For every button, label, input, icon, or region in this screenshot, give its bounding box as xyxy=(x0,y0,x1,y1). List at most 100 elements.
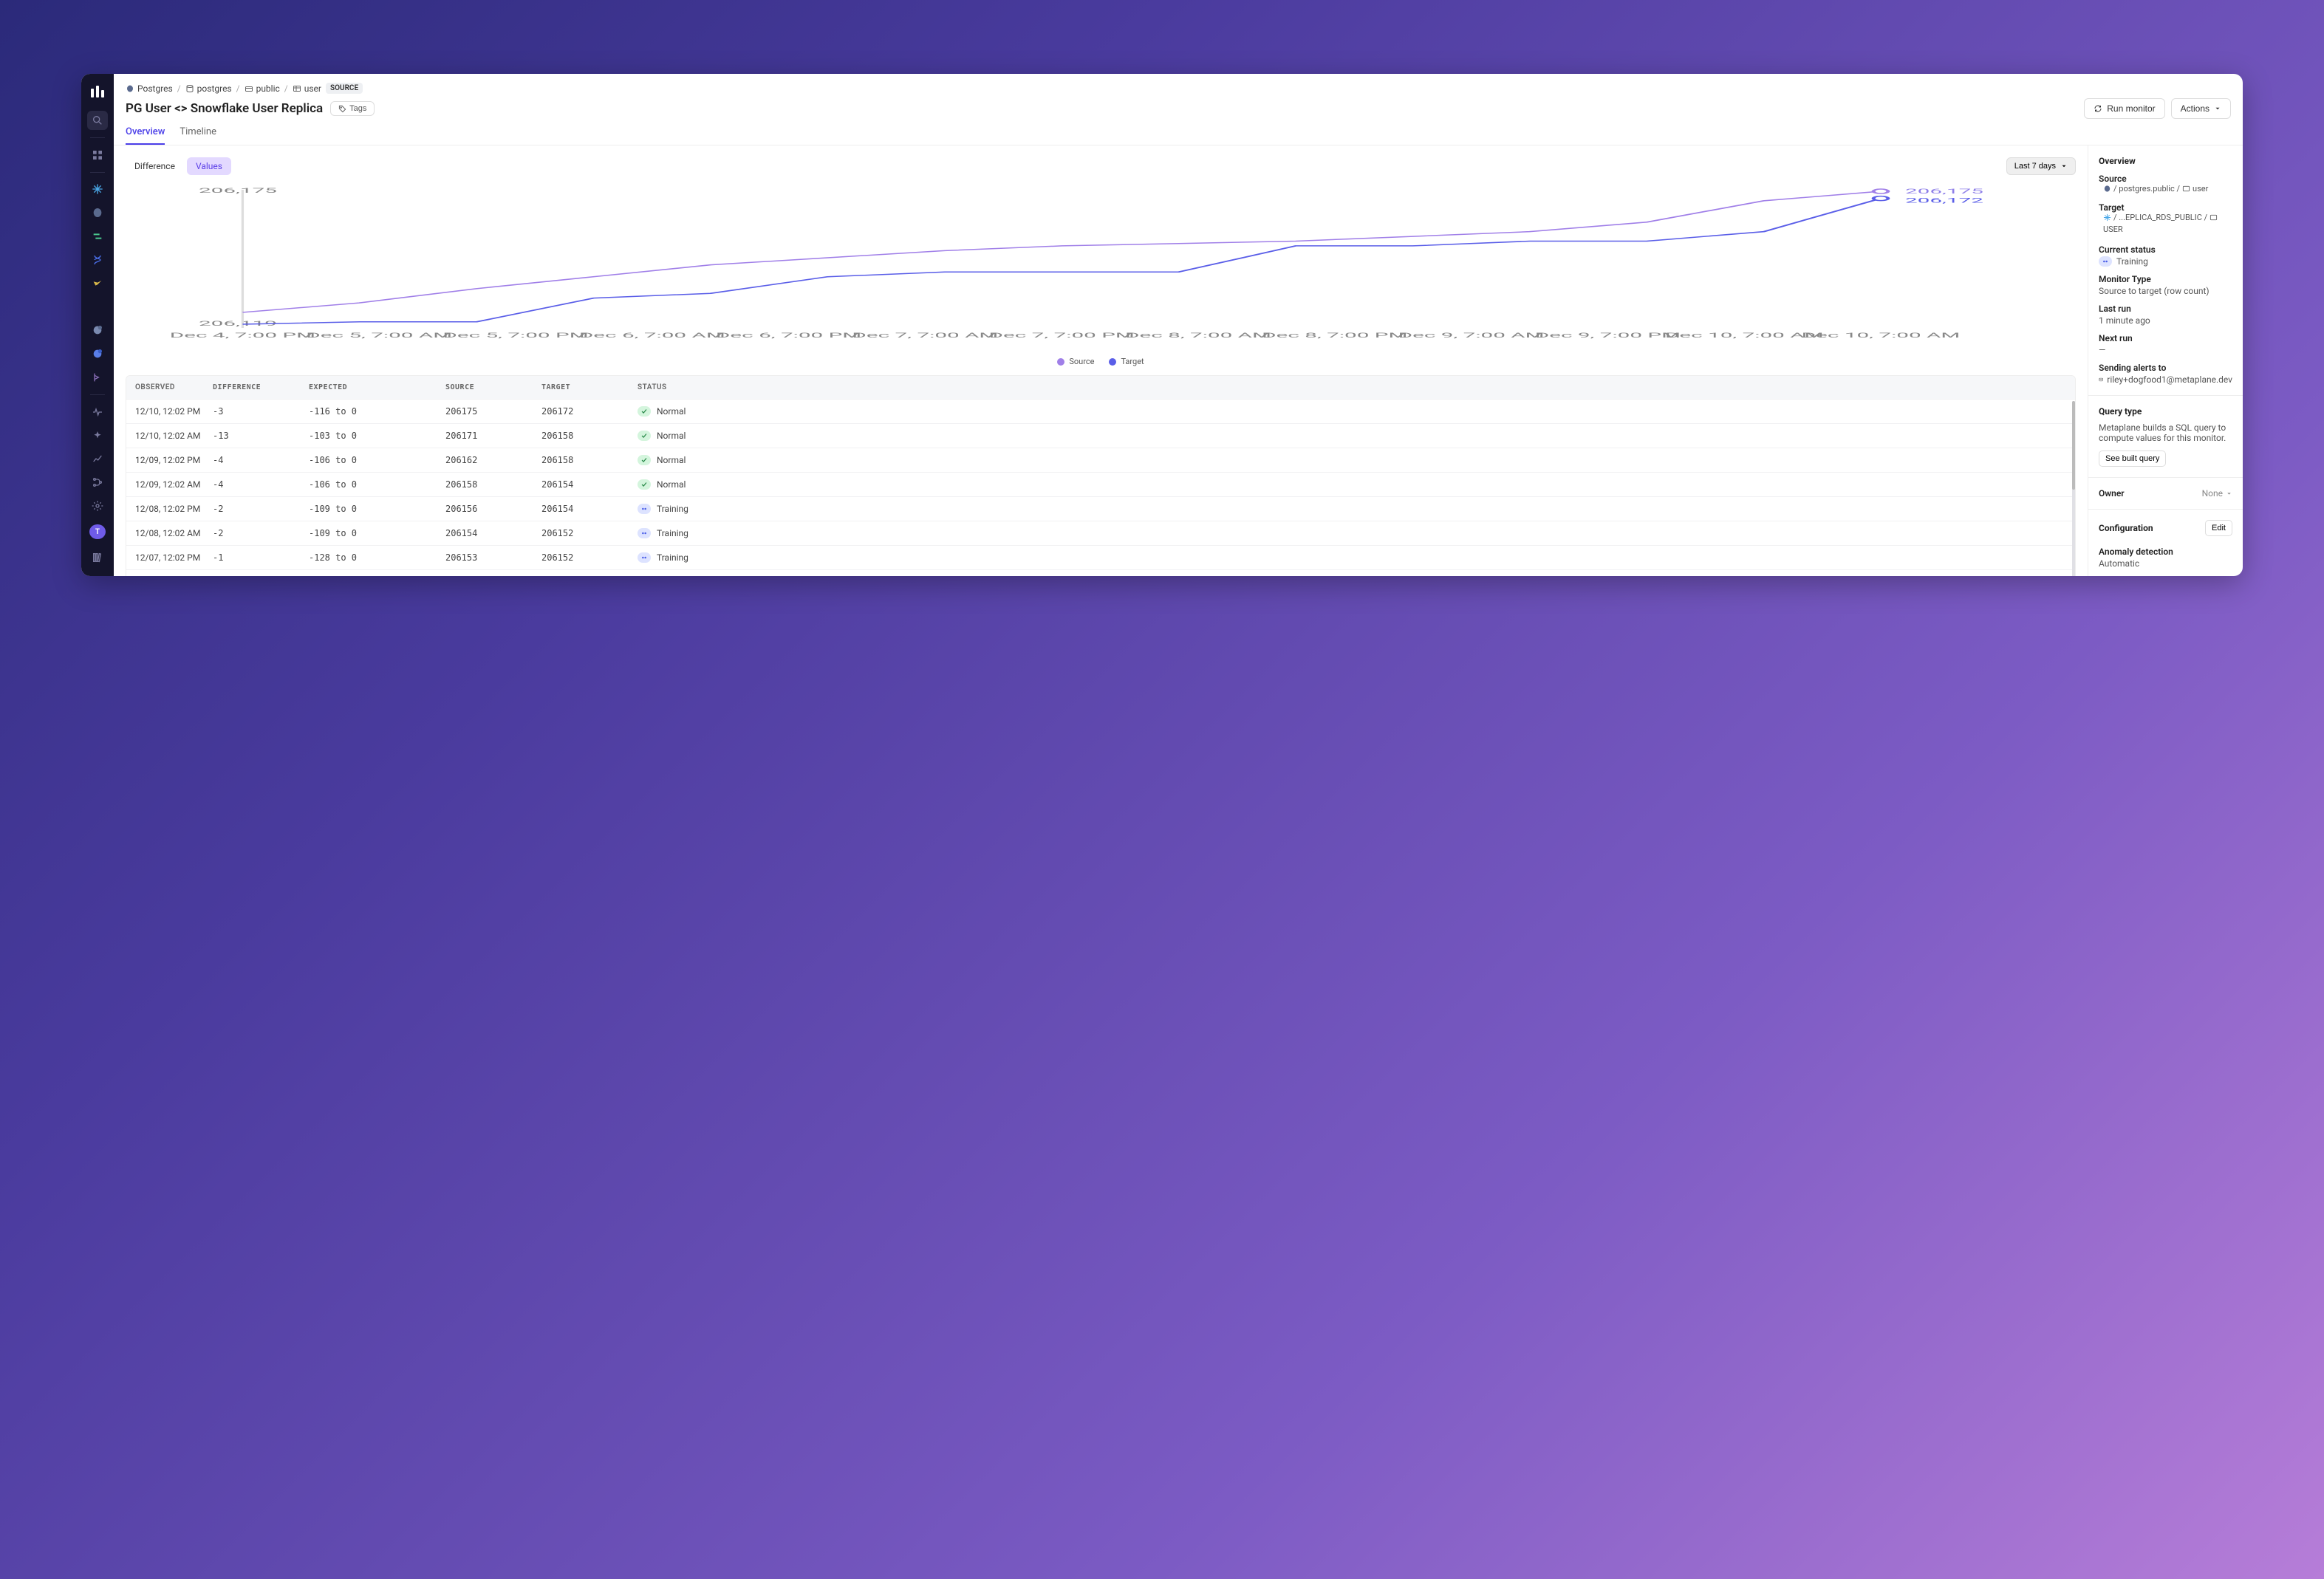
see-built-query-button[interactable]: See built query xyxy=(2099,451,2166,467)
table-row[interactable]: 12/07, 12:02 AM-11-109 to 0206152206141T… xyxy=(126,569,2075,576)
breadcrumb-table[interactable]: user xyxy=(293,83,321,94)
line-chart: 206,175 206,119 Dec 4, 7:00 PMDec 5, 7:0… xyxy=(126,184,2076,346)
svg-text:Dec 7, 7:00 PM: Dec 7, 7:00 PM xyxy=(989,332,1135,339)
mail-icon xyxy=(2099,375,2103,384)
nav-dna-icon[interactable] xyxy=(87,250,108,270)
table-row[interactable]: 12/07, 12:02 PM-1-128 to 0206153206152Tr… xyxy=(126,545,2075,569)
legend-dot-source xyxy=(1057,358,1064,366)
svg-text:Dec 10, 7:00 AM: Dec 10, 7:00 AM xyxy=(1665,332,1824,339)
breadcrumb-root[interactable]: Postgres xyxy=(126,83,173,94)
table-row[interactable]: 12/10, 12:02 PM-3-116 to 0206175206172No… xyxy=(126,399,2075,423)
nav-sparkle-icon[interactable] xyxy=(87,426,108,445)
svg-text:Dec 10, 7:00 AM: Dec 10, 7:00 AM xyxy=(1802,332,1961,339)
svg-text:Dec 8, 7:00 PM: Dec 8, 7:00 PM xyxy=(1262,332,1407,339)
svg-text:Dec 9, 7:00 AM: Dec 9, 7:00 AM xyxy=(1398,332,1545,339)
side-panel: Overview Source / postgres.public / user… xyxy=(2088,145,2243,576)
check-icon xyxy=(638,431,651,441)
divider xyxy=(90,394,105,395)
divider xyxy=(90,137,105,138)
svg-text:206,175: 206,175 xyxy=(1905,188,1983,195)
svg-text:Dec 5, 7:00 AM: Dec 5, 7:00 AM xyxy=(306,332,452,339)
svg-text:Dec 9, 7:00 PM: Dec 9, 7:00 PM xyxy=(1535,332,1681,339)
svg-text:Dec 8, 7:00 AM: Dec 8, 7:00 AM xyxy=(1125,332,1271,339)
table-row[interactable]: 12/09, 12:02 AM-4-106 to 0206158206154No… xyxy=(126,472,2075,496)
owner-select[interactable]: None xyxy=(2202,488,2232,499)
chevron-down-icon xyxy=(2226,490,2232,497)
nav-monitor3-icon[interactable] xyxy=(87,368,108,387)
training-icon xyxy=(638,528,651,538)
table-icon xyxy=(2209,213,2218,222)
search-icon[interactable] xyxy=(87,111,108,130)
nav-branch-icon[interactable] xyxy=(87,473,108,492)
observations-table: OBSERVED DIFFERENCE EXPECTED SOURCE TARG… xyxy=(126,375,2076,576)
check-icon xyxy=(638,455,651,465)
nav-library-icon[interactable] xyxy=(87,548,108,567)
svg-text:Dec 4, 7:00 PM: Dec 4, 7:00 PM xyxy=(170,332,315,339)
nav-monitor2-icon[interactable] xyxy=(87,344,108,363)
side-source-path[interactable]: / postgres.public / user xyxy=(2103,184,2208,193)
tabs: Overview Timeline xyxy=(114,119,2243,145)
svg-text:Dec 6, 7:00 PM: Dec 6, 7:00 PM xyxy=(716,332,861,339)
schema-icon xyxy=(245,84,253,93)
sidebar-nav: T xyxy=(81,74,114,576)
postgres-icon xyxy=(2103,185,2111,193)
nav-monitor1-icon[interactable] xyxy=(87,321,108,340)
postgres-icon xyxy=(126,84,134,93)
run-monitor-button[interactable]: Run monitor xyxy=(2084,98,2164,119)
check-icon xyxy=(638,406,651,417)
breadcrumb: Postgres / postgres / public / user SOUR… xyxy=(114,74,2243,94)
nav-postgres-icon[interactable] xyxy=(87,203,108,222)
tags-button[interactable]: Tags xyxy=(330,101,375,116)
table-row[interactable]: 12/08, 12:02 AM-2-109 to 0206154206152Tr… xyxy=(126,521,2075,545)
edit-config-button[interactable]: Edit xyxy=(2205,520,2232,536)
table-row[interactable]: 12/09, 12:02 PM-4-106 to 0206162206158No… xyxy=(126,448,2075,472)
refresh-icon xyxy=(2094,104,2102,113)
svg-text:Dec 7, 7:00 AM: Dec 7, 7:00 AM xyxy=(852,332,998,339)
nav-bird-icon[interactable] xyxy=(87,274,108,293)
table-row[interactable]: 12/10, 12:02 AM-13-103 to 0206171206158N… xyxy=(126,423,2075,448)
nav-gear-icon[interactable] xyxy=(87,496,108,516)
user-avatar[interactable]: T xyxy=(89,524,106,539)
side-overview-heading: Overview xyxy=(2099,156,2232,166)
nav-pulse-icon[interactable] xyxy=(87,403,108,422)
svg-text:206,172: 206,172 xyxy=(1905,197,1983,205)
query-type-heading: Query type xyxy=(2099,406,2232,417)
table-header: OBSERVED DIFFERENCE EXPECTED SOURCE TARG… xyxy=(126,376,2075,399)
training-icon xyxy=(638,504,651,514)
app-logo-icon xyxy=(89,83,106,100)
nav-dbt-icon[interactable] xyxy=(87,298,108,317)
pill-values[interactable]: Values xyxy=(187,157,231,175)
check-icon xyxy=(638,479,651,490)
training-icon xyxy=(2099,256,2112,267)
breadcrumb-schema[interactable]: public xyxy=(245,83,280,94)
nav-chart-icon[interactable] xyxy=(87,450,108,469)
date-range-button[interactable]: Last 7 days xyxy=(2006,157,2076,175)
table-row[interactable]: 12/08, 12:02 PM-2-109 to 0206156206154Tr… xyxy=(126,496,2075,521)
source-badge: SOURCE xyxy=(326,83,363,94)
svg-text:206,175: 206,175 xyxy=(199,187,277,194)
breadcrumb-db[interactable]: postgres xyxy=(185,83,232,94)
tab-overview[interactable]: Overview xyxy=(126,126,165,145)
svg-text:Dec 5, 7:00 PM: Dec 5, 7:00 PM xyxy=(442,332,588,339)
main-pane: Postgres / postgres / public / user SOUR… xyxy=(114,74,2243,576)
chevron-down-icon xyxy=(2214,105,2221,112)
table-icon xyxy=(2182,185,2190,193)
table-icon xyxy=(293,84,301,93)
snowflake-icon xyxy=(2103,213,2111,222)
tag-icon xyxy=(338,105,346,113)
app-window: T Postgres / postgres / public / user xyxy=(81,74,2243,576)
training-icon xyxy=(638,552,651,563)
nav-segment-icon[interactable] xyxy=(87,227,108,246)
page-title: PG User <> Snowflake User Replica Tags xyxy=(126,101,375,116)
pill-difference[interactable]: Difference xyxy=(126,157,184,175)
nav-snowflake-icon[interactable] xyxy=(87,180,108,199)
side-target-path[interactable]: / ...EPLICA_RDS_PUBLIC / USER xyxy=(2103,213,2232,234)
tab-timeline[interactable]: Timeline xyxy=(180,126,216,145)
legend-dot-target xyxy=(1109,358,1116,366)
database-icon xyxy=(185,84,194,93)
svg-text:Dec 6, 7:00 AM: Dec 6, 7:00 AM xyxy=(579,332,725,339)
nav-grid-icon[interactable] xyxy=(87,145,108,165)
actions-button[interactable]: Actions xyxy=(2171,98,2231,119)
chevron-down-icon xyxy=(2060,162,2068,170)
chart-legend: Source Target xyxy=(126,357,2076,366)
